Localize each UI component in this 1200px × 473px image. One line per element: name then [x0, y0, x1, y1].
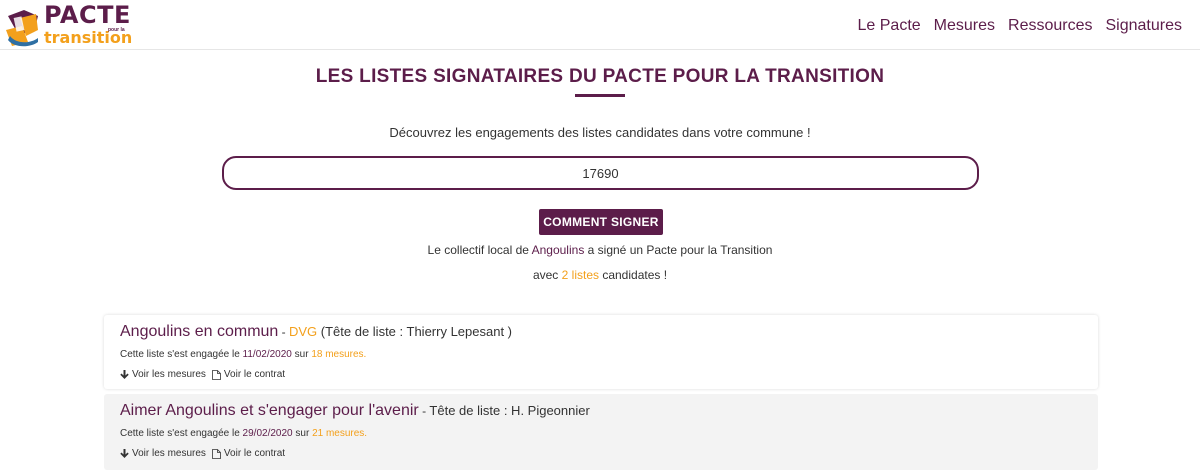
list-party: DVG — [288, 324, 318, 339]
engagement-mid: sur — [292, 428, 313, 439]
nav-mesures[interactable]: Mesures — [934, 17, 995, 35]
view-measures-label: Voir les mesures — [132, 448, 206, 459]
count-suffix: candidates ! — [599, 268, 668, 282]
logo-mark-icon — [6, 10, 38, 47]
document-icon — [212, 448, 221, 459]
commune-name: Angoulins — [531, 243, 585, 257]
logo-word-pacte: PACTE — [44, 1, 131, 29]
engagement-date: 29/02/2020 — [242, 428, 293, 439]
list-engagement: Cette liste s'est engagée le 29/02/2020 … — [120, 428, 367, 439]
engagement-mid: sur — [291, 349, 312, 360]
main-nav: Le Pacte Mesures Ressources Signatures — [858, 17, 1183, 35]
engagement-prefix: Cette liste s'est engagée le — [120, 428, 243, 439]
engagement-date: 11/02/2020 — [242, 349, 292, 360]
list-title: Aimer Angoulins et s'engager pour l'aven… — [120, 402, 590, 420]
list-title: Angoulins en commun - DVG (Tête de liste… — [120, 323, 512, 341]
list-separator: - — [418, 404, 430, 418]
commune-search-input[interactable] — [222, 156, 979, 190]
site-logo[interactable]: PACTE pour la transition — [4, 1, 132, 48]
list-links: Voir les mesures Voir le contrat — [120, 448, 285, 459]
nav-ressources[interactable]: Ressources — [1008, 17, 1092, 35]
page-title: LES LISTES SIGNATAIRES DU PACTE POUR LA … — [315, 66, 885, 87]
info-suffix: a signé un Pacte pour la Transition — [584, 243, 773, 257]
view-measures-label: Voir les mesures — [132, 369, 206, 380]
page-subtitle: Découvrez les engagements des listes can… — [389, 125, 811, 140]
local-collective-info: Le collectif local de Angoulins a signé … — [0, 243, 1200, 257]
list-count-info: avec 2 listes candidates ! — [0, 268, 1200, 282]
list-count: 2 listes — [561, 268, 599, 282]
engagement-measures: 18 mesures. — [311, 349, 367, 360]
nav-le-pacte[interactable]: Le Pacte — [858, 17, 921, 35]
view-contract-link[interactable]: Voir le contrat — [212, 448, 285, 459]
list-engagement: Cette liste s'est engagée le 11/02/2020 … — [120, 349, 366, 360]
logo-word-transition: transition — [44, 28, 133, 47]
list-links: Voir les mesures Voir le contrat — [120, 369, 285, 380]
list-head: Tête de liste : H. Pigeonnier — [429, 403, 590, 418]
view-measures-link[interactable]: Voir les mesures — [120, 448, 206, 459]
engagement-prefix: Cette liste s'est engagée le — [120, 349, 243, 360]
list-name: Angoulins en commun — [120, 323, 279, 340]
list-card: Angoulins en commun - DVG (Tête de liste… — [104, 315, 1098, 389]
how-to-sign-button[interactable]: COMMENT SIGNER — [539, 209, 663, 235]
engagement-measures: 21 mesures. — [312, 428, 368, 439]
info-prefix: Le collectif local de — [427, 243, 532, 257]
list-name: Aimer Angoulins et s'engager pour l'aven… — [120, 402, 419, 419]
arrow-down-icon — [120, 448, 129, 458]
count-prefix: avec — [532, 268, 562, 282]
view-contract-label: Voir le contrat — [223, 369, 286, 380]
document-icon — [212, 369, 221, 380]
nav-signatures[interactable]: Signatures — [1106, 17, 1183, 35]
list-head: (Tête de liste : Thierry Lepesant ) — [317, 324, 513, 339]
arrow-down-icon — [120, 369, 129, 379]
view-measures-link[interactable]: Voir les mesures — [120, 369, 206, 380]
site-header: PACTE pour la transition Le Pacte Mesure… — [0, 0, 1200, 50]
title-divider — [575, 94, 625, 97]
view-contract-label: Voir le contrat — [223, 448, 286, 459]
list-separator: - — [278, 325, 289, 339]
list-card: Aimer Angoulins et s'engager pour l'aven… — [104, 394, 1098, 470]
view-contract-link[interactable]: Voir le contrat — [212, 369, 285, 380]
